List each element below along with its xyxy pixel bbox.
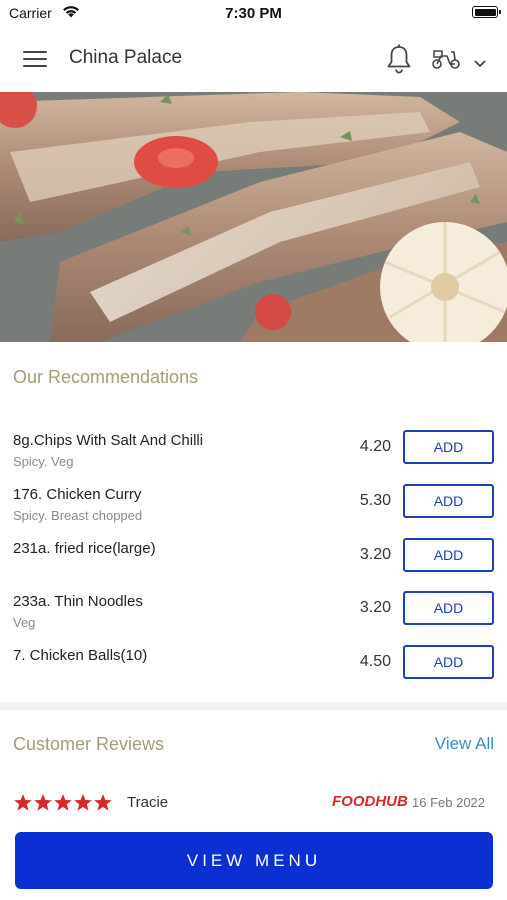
menu-item: 8g.Chips With Salt And Chilli Spicy. Veg… [0,426,507,476]
star-icon [54,794,72,811]
menu-item: 231a. fried rice(large) 3.20 ADD [0,534,507,584]
item-name: 7. Chicken Balls(10) [13,647,148,664]
recommendations-title: Our Recommendations [13,367,199,387]
menu-icon[interactable] [23,50,47,68]
hero-food-image [0,92,507,342]
menu-item: 7. Chicken Balls(10) 4.50 ADD [0,641,507,691]
bell-icon[interactable] [386,44,412,79]
status-time: 7:30 PM [225,5,282,22]
add-button[interactable]: ADD [403,645,494,679]
item-description: Spicy. Veg [13,454,74,469]
status-bar: Carrier 7:30 PM [0,0,507,28]
menu-item: 176. Chicken Curry Spicy. Breast chopped… [0,480,507,530]
review-date: 16 Feb 2022 [412,795,486,810]
delivery-scooter-icon[interactable] [431,48,461,75]
item-price: 4.50 [359,653,391,670]
review-source-logo: FOODHUB [332,793,408,810]
view-menu-button[interactable]: VIEW MENU [15,832,493,889]
menu-item: 233a. Thin Noodles Veg 3.20 ADD [0,587,507,637]
star-rating [13,793,113,818]
item-description: Veg [13,615,36,630]
section-divider [0,702,507,710]
star-icon [74,794,92,811]
item-name: 233a. Thin Noodles [13,593,143,610]
item-price: 3.20 [359,599,391,616]
item-description: Spicy. Breast chopped [13,508,143,523]
chevron-down-icon[interactable] [473,55,487,73]
reviewer-name: Tracie [127,794,169,811]
item-name: 176. Chicken Curry [13,486,142,503]
add-button[interactable]: ADD [403,430,494,464]
review-item: Tracie FOODHUB 16 Feb 2022 [0,790,507,818]
item-price: 5.30 [359,492,391,509]
item-name: 231a. fried rice(large) [13,540,156,557]
app-header: China Palace [0,28,507,92]
item-price: 3.20 [359,546,391,563]
battery-icon [472,6,501,18]
item-name: 8g.Chips With Salt And Chilli [13,432,204,449]
add-button[interactable]: ADD [403,538,494,572]
item-price: 4.20 [359,438,391,455]
add-button[interactable]: ADD [403,484,494,518]
star-icon [94,794,112,811]
add-button[interactable]: ADD [403,591,494,625]
view-all-link[interactable]: View All [435,734,494,754]
star-icon [34,794,52,811]
reviews-title: Customer Reviews [13,734,165,754]
star-icon [14,794,32,811]
restaurant-name: China Palace [69,47,183,68]
